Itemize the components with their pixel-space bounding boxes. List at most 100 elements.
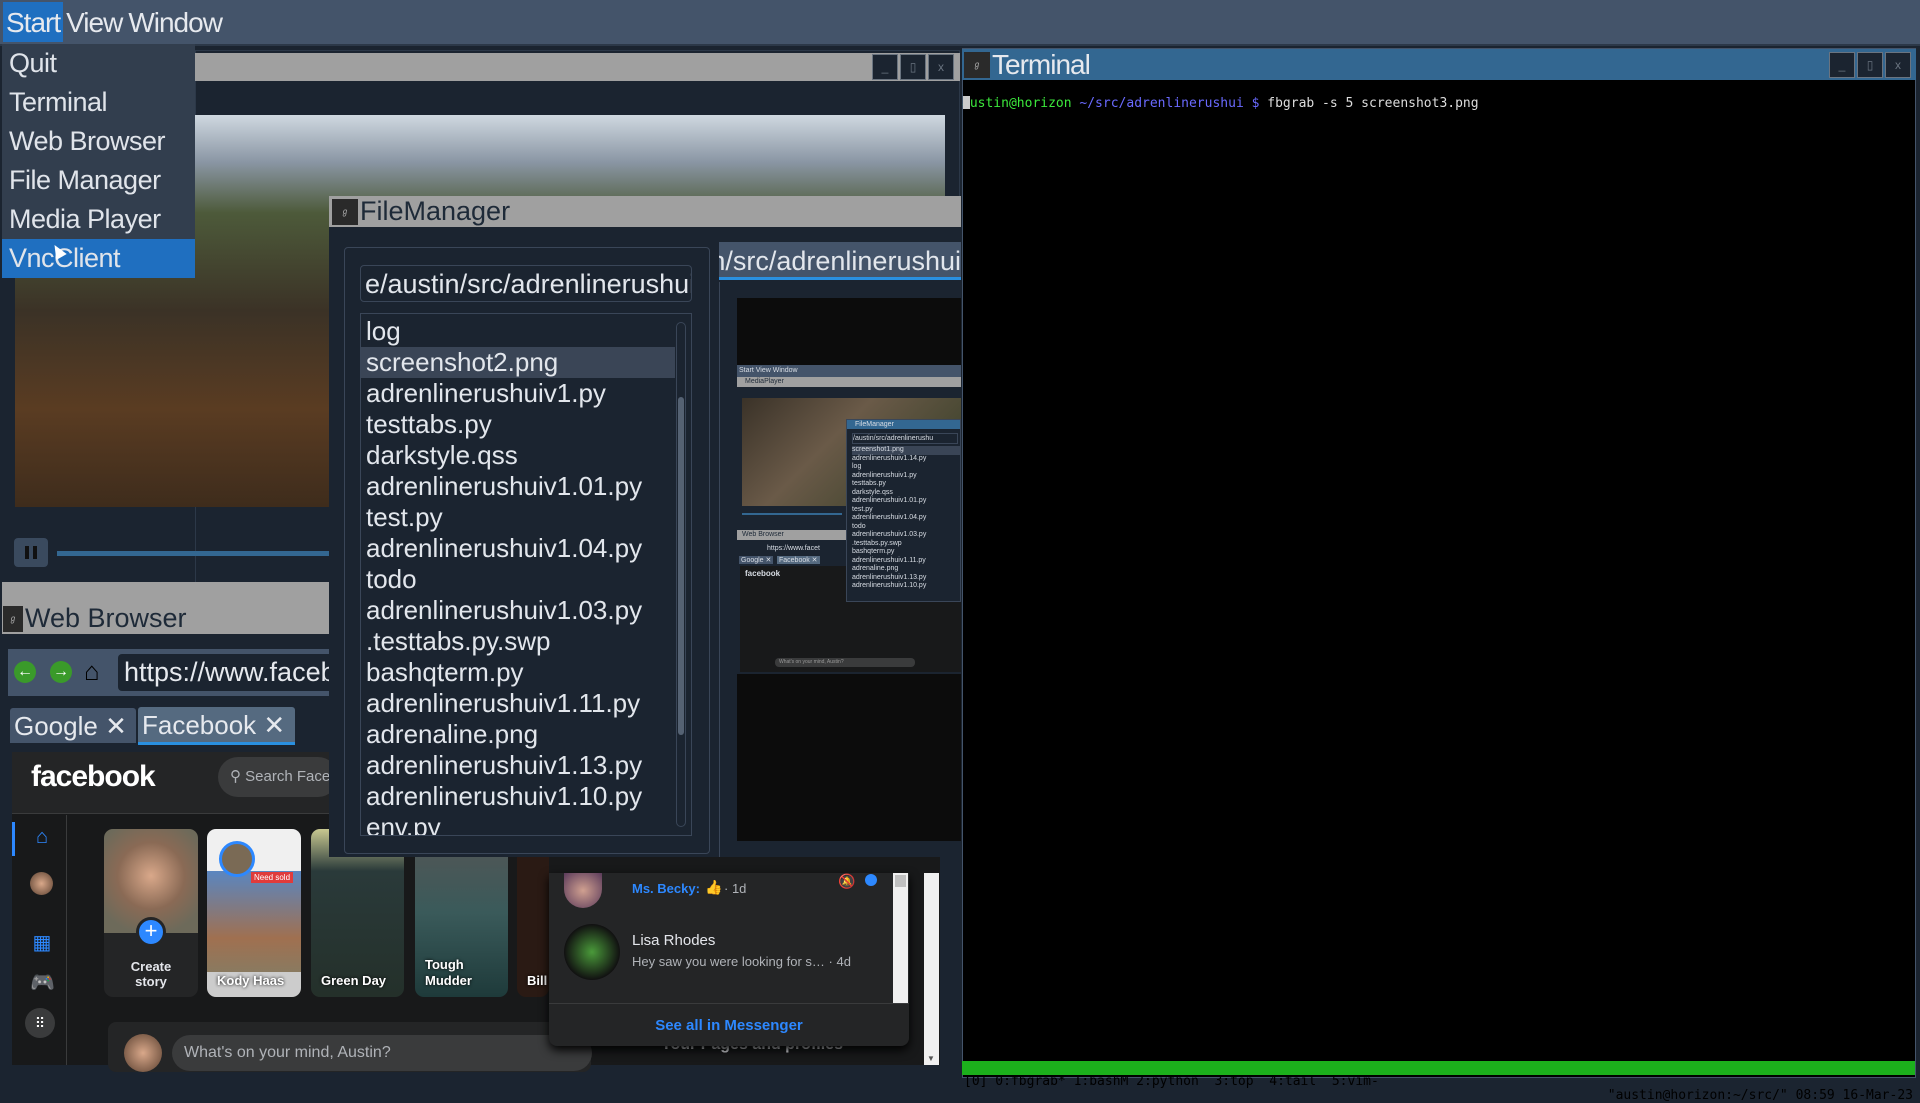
tab-facebook[interactable]: Facebook ✕: [138, 707, 295, 745]
minimize-button[interactable]: _: [1829, 52, 1855, 78]
prompt-path: ~/src/adrenlinerushui: [1079, 96, 1244, 111]
composer-input[interactable]: What's on your mind, Austin?: [172, 1035, 592, 1071]
nav-active-indicator: [12, 822, 15, 856]
gaming-icon[interactable]: 🎮: [30, 970, 55, 994]
mini-file-item: adrenlinerushuiv1.py: [852, 471, 917, 479]
mini-seek: [742, 513, 842, 515]
url-input[interactable]: https://www.facebook.com: [118, 654, 329, 691]
prompt-user: austin@horizon: [962, 96, 1072, 111]
msg2-name[interactable]: Lisa Rhodes: [632, 932, 715, 949]
pause-button[interactable]: [14, 538, 48, 567]
mini-fm-title: FileManager: [847, 420, 960, 429]
mini-composer: What's on your mind, Austin?: [775, 658, 915, 667]
file-item[interactable]: log: [361, 316, 675, 347]
mini-fm-path: /austin/src/adrenlinerushu: [852, 433, 958, 444]
story-kody-haas[interactable]: Need sold Kody Haas: [207, 829, 301, 997]
search-input[interactable]: ⚲ Search Facebook: [218, 757, 338, 797]
file-item[interactable]: testtabs.py: [361, 409, 675, 440]
mini-file-item: adrenlinerushuiv1.13.py: [852, 573, 927, 581]
tmux-status-bar: [0] 0:fbgrab* 1:bashM 2:python 3:top 4:t…: [962, 1061, 1915, 1103]
media-player-titlebar: [195, 53, 960, 81]
add-story-icon: +: [136, 917, 166, 947]
menu-window[interactable]: Window: [125, 2, 225, 42]
file-item[interactable]: adrenlinerushuiv1.03.py: [361, 595, 675, 626]
menu-item-vncclient[interactable]: VncClient: [2, 239, 195, 278]
file-item[interactable]: adrenlinerushuiv1.10.py: [361, 781, 675, 812]
lisa-avatar: [564, 924, 620, 980]
scroll-thumb[interactable]: [895, 875, 906, 887]
page-scrollbar[interactable]: ▼: [924, 873, 939, 1065]
path-input[interactable]: e/austin/src/adrenlinerushui: [360, 265, 692, 302]
tab-label: Facebook: [142, 710, 257, 740]
story-label: Kody Haas: [217, 973, 285, 988]
file-item[interactable]: adrenaline.png: [361, 719, 675, 750]
home-nav-icon[interactable]: ⌂: [30, 826, 54, 850]
mini-file-item: log: [852, 463, 862, 470]
minimize-button[interactable]: _: [872, 54, 898, 80]
apps-grid-icon[interactable]: ⠿: [25, 1008, 55, 1038]
story-create[interactable]: + Create story: [104, 829, 198, 997]
close-tab-icon[interactable]: ✕: [263, 710, 285, 740]
window-icon: ℊ: [332, 199, 358, 225]
menu-item-web-browser[interactable]: Web Browser: [2, 122, 195, 161]
story-label: Tough Mudder: [425, 957, 472, 988]
file-item[interactable]: bashqterm.py: [361, 657, 675, 688]
file-item[interactable]: todo: [361, 564, 675, 595]
terminal-prompt-line[interactable]: austin@horizon ~/src/adrenlinerushui $ f…: [962, 81, 1479, 111]
file-manager-title: FileManager: [360, 196, 511, 226]
menu-item-media-player[interactable]: Media Player: [2, 200, 195, 239]
mini-tab-google: Google ✕: [739, 556, 774, 564]
file-list-scrollbar[interactable]: [676, 322, 686, 827]
web-browser-title: Web Browser: [25, 603, 187, 633]
file-item[interactable]: adrenlinerushuiv1.01.py: [361, 471, 675, 502]
file-item[interactable]: adrenlinerushuiv1.13.py: [361, 750, 675, 781]
menu-view[interactable]: View: [63, 2, 125, 42]
maximize-button[interactable]: ▯: [900, 54, 926, 80]
scroll-thumb[interactable]: [678, 397, 684, 735]
mini-file-item: test.py: [852, 505, 873, 513]
mini-file-item: adrenaline.png: [852, 565, 899, 572]
mini-media-title: MediaPlayer: [737, 377, 961, 387]
menu-item-quit[interactable]: Quit: [2, 44, 195, 83]
file-item[interactable]: adrenlinerushuiv1.11.py: [361, 688, 675, 719]
terminal-cursor: [963, 96, 970, 109]
menu-item-file-manager[interactable]: File Manager: [2, 161, 195, 200]
mini-file-item: darkstyle.qss: [852, 488, 893, 496]
home-icon[interactable]: ⌂: [84, 656, 100, 687]
close-tab-icon[interactable]: ✕: [105, 711, 127, 741]
messenger-scrollbar[interactable]: [893, 873, 908, 1003]
file-item[interactable]: test.py: [361, 502, 675, 533]
window-icon: ℊ: [3, 606, 23, 632]
menu-start[interactable]: Start: [3, 2, 64, 42]
tab-google[interactable]: Google ✕: [10, 708, 136, 743]
tmux-windows: [0] 0:fbgrab* 1:bashM 2:python 3:top 4:t…: [964, 1074, 1379, 1089]
profile-avatar[interactable]: [30, 872, 53, 895]
close-button[interactable]: x: [1885, 52, 1911, 78]
file-item[interactable]: screenshot2.png: [361, 347, 675, 378]
facebook-logo[interactable]: facebook: [31, 760, 156, 794]
forward-icon[interactable]: →: [50, 661, 72, 683]
file-item[interactable]: adrenlinerushuiv1.04.py: [361, 533, 675, 564]
file-item[interactable]: .testtabs.py.swp: [361, 626, 675, 657]
seek-slider[interactable]: [57, 551, 329, 556]
see-all-messenger-link[interactable]: See all in Messenger: [549, 1017, 909, 1034]
mini-menubar: Start View Window: [737, 365, 961, 377]
story-label: Create story: [130, 959, 172, 989]
back-icon[interactable]: ←: [14, 661, 36, 683]
file-list[interactable]: log screenshot2.png adrenlinerushuiv1.py te…: [360, 313, 692, 836]
mini-file-item: .testtabs.py.swp: [852, 539, 902, 547]
preview-tab[interactable]: home/austin/src/adrenlinerushui: [719, 242, 961, 280]
mini-file-manager: FileManager /austin/src/adrenlinerushu s…: [846, 419, 961, 602]
mini-file-item: todo: [852, 522, 866, 530]
maximize-button[interactable]: ▯: [1857, 52, 1883, 78]
file-item[interactable]: env.py: [361, 812, 675, 835]
file-item[interactable]: adrenlinerushuiv1.py: [361, 378, 675, 409]
marketplace-icon[interactable]: ▦: [30, 930, 54, 954]
menu-item-terminal[interactable]: Terminal: [2, 83, 195, 122]
mini-file-item: bashqterm.py: [852, 548, 895, 555]
mini-file-item: testtabs.py: [852, 480, 886, 487]
terminal-titlebar: [962, 49, 1916, 80]
file-item[interactable]: darkstyle.qss: [361, 440, 675, 471]
screenshot-preview: Start View Window MediaPlayer Web Browse…: [737, 298, 961, 841]
close-button[interactable]: x: [928, 54, 954, 80]
